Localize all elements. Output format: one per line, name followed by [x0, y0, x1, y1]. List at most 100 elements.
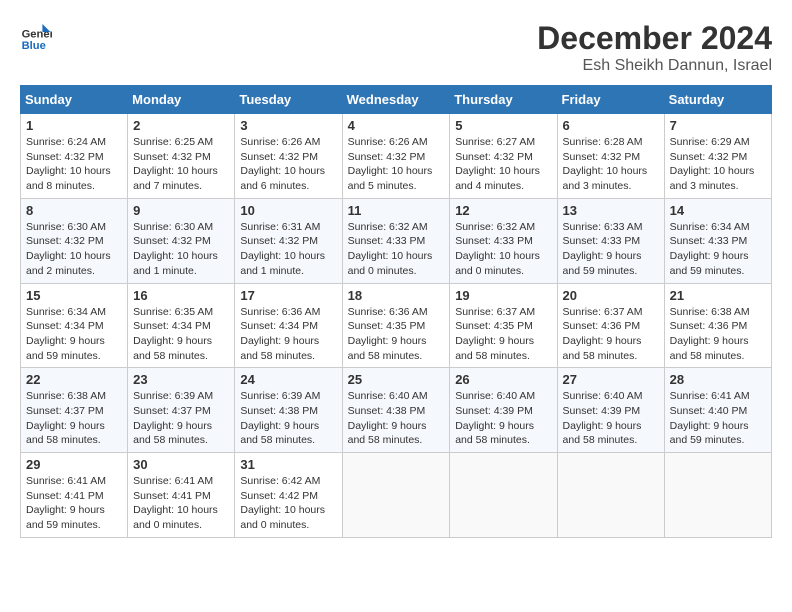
day-number: 15	[26, 288, 122, 303]
day-number: 19	[455, 288, 551, 303]
day-number: 16	[133, 288, 229, 303]
day-details: Sunrise: 6:32 AMSunset: 4:33 PMDaylight:…	[455, 220, 551, 279]
logo-icon: General Blue	[20, 20, 52, 52]
header-cell-monday: Monday	[128, 86, 235, 114]
header: General Blue December 2024 Esh Sheikh Da…	[20, 20, 772, 75]
day-details: Sunrise: 6:34 AMSunset: 4:33 PMDaylight:…	[670, 220, 766, 279]
day-details: Sunrise: 6:40 AMSunset: 4:39 PMDaylight:…	[563, 389, 659, 448]
day-number: 4	[348, 118, 445, 133]
day-details: Sunrise: 6:27 AMSunset: 4:32 PMDaylight:…	[455, 135, 551, 194]
day-details: Sunrise: 6:38 AMSunset: 4:37 PMDaylight:…	[26, 389, 122, 448]
day-number: 29	[26, 457, 122, 472]
day-details: Sunrise: 6:37 AMSunset: 4:36 PMDaylight:…	[563, 305, 659, 364]
day-details: Sunrise: 6:30 AMSunset: 4:32 PMDaylight:…	[133, 220, 229, 279]
day-details: Sunrise: 6:42 AMSunset: 4:42 PMDaylight:…	[240, 474, 336, 533]
day-number: 3	[240, 118, 336, 133]
header-cell-saturday: Saturday	[664, 86, 771, 114]
calendar-week-row: 8 Sunrise: 6:30 AMSunset: 4:32 PMDaylight…	[21, 198, 772, 283]
calendar-cell: 13 Sunrise: 6:33 AMSunset: 4:33 PMDayligh…	[557, 198, 664, 283]
day-details: Sunrise: 6:41 AMSunset: 4:40 PMDaylight:…	[670, 389, 766, 448]
day-number: 13	[563, 203, 659, 218]
day-number: 21	[670, 288, 766, 303]
day-details: Sunrise: 6:37 AMSunset: 4:35 PMDaylight:…	[455, 305, 551, 364]
calendar-cell: 14 Sunrise: 6:34 AMSunset: 4:33 PMDayligh…	[664, 198, 771, 283]
calendar-cell: 8 Sunrise: 6:30 AMSunset: 4:32 PMDaylight…	[21, 198, 128, 283]
calendar-cell: 2Sunrise: 6:25 AMSunset: 4:32 PMDaylight…	[128, 114, 235, 199]
calendar-cell: 20 Sunrise: 6:37 AMSunset: 4:36 PMDayligh…	[557, 283, 664, 368]
calendar-cell: 3 Sunrise: 6:26 AMSunset: 4:32 PMDaylight…	[235, 114, 342, 199]
header-cell-wednesday: Wednesday	[342, 86, 450, 114]
calendar-cell: 23Sunrise: 6:39 AMSunset: 4:37 PMDayligh…	[128, 368, 235, 453]
month-title: December 2024	[537, 20, 772, 57]
calendar-cell: 12 Sunrise: 6:32 AMSunset: 4:33 PMDayligh…	[450, 198, 557, 283]
day-number: 8	[26, 203, 122, 218]
header-cell-friday: Friday	[557, 86, 664, 114]
header-cell-thursday: Thursday	[450, 86, 557, 114]
day-details: Sunrise: 6:25 AMSunset: 4:32 PMDaylight:…	[133, 135, 229, 194]
calendar-cell: 28Sunrise: 6:41 AMSunset: 4:40 PMDayligh…	[664, 368, 771, 453]
day-details: Sunrise: 6:34 AMSunset: 4:34 PMDaylight:…	[26, 305, 122, 364]
day-number: 7	[670, 118, 766, 133]
day-number: 14	[670, 203, 766, 218]
calendar-cell: 5Sunrise: 6:27 AMSunset: 4:32 PMDaylight…	[450, 114, 557, 199]
day-details: Sunrise: 6:35 AMSunset: 4:34 PMDaylight:…	[133, 305, 229, 364]
day-details: Sunrise: 6:26 AMSunset: 4:32 PMDaylight:…	[348, 135, 445, 194]
calendar-cell: 25Sunrise: 6:40 AMSunset: 4:38 PMDayligh…	[342, 368, 450, 453]
calendar-cell: 4 Sunrise: 6:26 AMSunset: 4:32 PMDaylight…	[342, 114, 450, 199]
calendar-cell: 17 Sunrise: 6:36 AMSunset: 4:34 PMDayligh…	[235, 283, 342, 368]
day-number: 12	[455, 203, 551, 218]
calendar-cell	[342, 453, 450, 538]
day-details: Sunrise: 6:39 AMSunset: 4:37 PMDaylight:…	[133, 389, 229, 448]
calendar-cell: 16 Sunrise: 6:35 AMSunset: 4:34 PMDayligh…	[128, 283, 235, 368]
calendar-week-row: 22 Sunrise: 6:38 AMSunset: 4:37 PMDayligh…	[21, 368, 772, 453]
day-number: 27	[563, 372, 659, 387]
calendar-cell	[450, 453, 557, 538]
day-details: Sunrise: 6:26 AMSunset: 4:32 PMDaylight:…	[240, 135, 336, 194]
day-number: 22	[26, 372, 122, 387]
svg-text:Blue: Blue	[22, 40, 46, 52]
calendar-week-row: 15 Sunrise: 6:34 AMSunset: 4:34 PMDayligh…	[21, 283, 772, 368]
calendar-cell	[557, 453, 664, 538]
calendar-cell	[664, 453, 771, 538]
day-details: Sunrise: 6:30 AMSunset: 4:32 PMDaylight:…	[26, 220, 122, 279]
header-cell-tuesday: Tuesday	[235, 86, 342, 114]
day-details: Sunrise: 6:28 AMSunset: 4:32 PMDaylight:…	[563, 135, 659, 194]
day-number: 10	[240, 203, 336, 218]
calendar-header-row: SundayMondayTuesdayWednesdayThursdayFrid…	[21, 86, 772, 114]
calendar-week-row: 1Sunrise: 6:24 AMSunset: 4:32 PMDaylight…	[21, 114, 772, 199]
calendar-cell: 18 Sunrise: 6:36 AMSunset: 4:35 PMDayligh…	[342, 283, 450, 368]
calendar-cell: 21 Sunrise: 6:38 AMSunset: 4:36 PMDayligh…	[664, 283, 771, 368]
day-details: Sunrise: 6:38 AMSunset: 4:36 PMDaylight:…	[670, 305, 766, 364]
day-details: Sunrise: 6:41 AMSunset: 4:41 PMDaylight:…	[133, 474, 229, 533]
header-cell-sunday: Sunday	[21, 86, 128, 114]
calendar-cell: 19 Sunrise: 6:37 AMSunset: 4:35 PMDayligh…	[450, 283, 557, 368]
location-title: Esh Sheikh Dannun, Israel	[537, 57, 772, 75]
day-number: 17	[240, 288, 336, 303]
day-number: 9	[133, 203, 229, 218]
calendar-cell: 24Sunrise: 6:39 AMSunset: 4:38 PMDayligh…	[235, 368, 342, 453]
calendar-week-row: 29 Sunrise: 6:41 AMSunset: 4:41 PMDayligh…	[21, 453, 772, 538]
day-number: 25	[348, 372, 445, 387]
calendar-cell: 26 Sunrise: 6:40 AMSunset: 4:39 PMDayligh…	[450, 368, 557, 453]
day-details: Sunrise: 6:36 AMSunset: 4:35 PMDaylight:…	[348, 305, 445, 364]
calendar-cell: 30 Sunrise: 6:41 AMSunset: 4:41 PMDayligh…	[128, 453, 235, 538]
calendar-cell: 7Sunrise: 6:29 AMSunset: 4:32 PMDaylight…	[664, 114, 771, 199]
title-section: December 2024 Esh Sheikh Dannun, Israel	[537, 20, 772, 75]
day-number: 20	[563, 288, 659, 303]
calendar-cell: 1Sunrise: 6:24 AMSunset: 4:32 PMDaylight…	[21, 114, 128, 199]
day-details: Sunrise: 6:31 AMSunset: 4:32 PMDaylight:…	[240, 220, 336, 279]
day-number: 26	[455, 372, 551, 387]
day-details: Sunrise: 6:24 AMSunset: 4:32 PMDaylight:…	[26, 135, 122, 194]
calendar-cell: 15 Sunrise: 6:34 AMSunset: 4:34 PMDayligh…	[21, 283, 128, 368]
day-details: Sunrise: 6:41 AMSunset: 4:41 PMDaylight:…	[26, 474, 122, 533]
day-number: 24	[240, 372, 336, 387]
calendar-table: SundayMondayTuesdayWednesdayThursdayFrid…	[20, 85, 772, 538]
calendar-cell: 9 Sunrise: 6:30 AMSunset: 4:32 PMDaylight…	[128, 198, 235, 283]
day-details: Sunrise: 6:33 AMSunset: 4:33 PMDaylight:…	[563, 220, 659, 279]
day-number: 18	[348, 288, 445, 303]
day-details: Sunrise: 6:40 AMSunset: 4:39 PMDaylight:…	[455, 389, 551, 448]
calendar-cell: 31Sunrise: 6:42 AMSunset: 4:42 PMDayligh…	[235, 453, 342, 538]
calendar-cell: 27 Sunrise: 6:40 AMSunset: 4:39 PMDayligh…	[557, 368, 664, 453]
day-number: 30	[133, 457, 229, 472]
day-details: Sunrise: 6:36 AMSunset: 4:34 PMDaylight:…	[240, 305, 336, 364]
